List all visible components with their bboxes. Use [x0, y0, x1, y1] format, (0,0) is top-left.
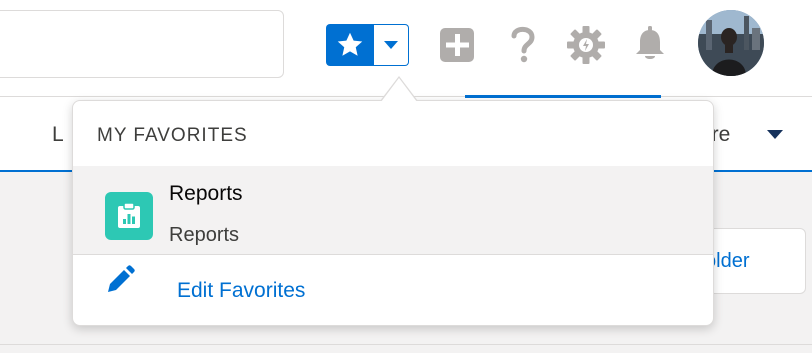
report-icon	[105, 192, 153, 240]
favorites-heading: MY FAVORITES	[97, 125, 248, 146]
nav-item[interactable]: L	[52, 123, 64, 147]
search-input[interactable]	[0, 10, 284, 78]
gear-icon	[567, 26, 605, 64]
favorite-item-subtitle: Reports	[169, 224, 240, 246]
favorite-item-title: Reports	[169, 182, 243, 205]
favorite-item-reports[interactable]: Reports Reports	[73, 166, 713, 254]
edit-favorites-link[interactable]: Edit Favorites	[73, 255, 713, 325]
setup-button[interactable]	[564, 22, 608, 66]
chevron-down-icon	[384, 41, 398, 49]
avatar[interactable]	[698, 10, 764, 76]
favorites-menu-button[interactable]	[374, 24, 409, 66]
global-actions-button[interactable]	[436, 22, 480, 66]
help-icon	[511, 26, 535, 63]
favorites-button[interactable]	[326, 24, 374, 66]
content-divider	[0, 344, 812, 345]
avatar-photo	[698, 10, 764, 76]
chevron-down-icon[interactable]	[766, 129, 784, 140]
dropdown-nubbin	[381, 78, 417, 102]
favorites-dropdown: MY FAVORITES Reports Reports Edit Favori…	[72, 100, 714, 326]
pencil-icon	[108, 265, 135, 292]
edit-favorites-label: Edit Favorites	[177, 279, 306, 302]
bell-icon	[636, 26, 664, 59]
help-button[interactable]	[502, 22, 546, 66]
add-icon	[440, 28, 474, 62]
favorites-button-group	[326, 24, 410, 66]
nav-active-indicator	[465, 95, 661, 98]
star-icon	[337, 32, 363, 56]
notifications-button[interactable]	[628, 22, 672, 66]
